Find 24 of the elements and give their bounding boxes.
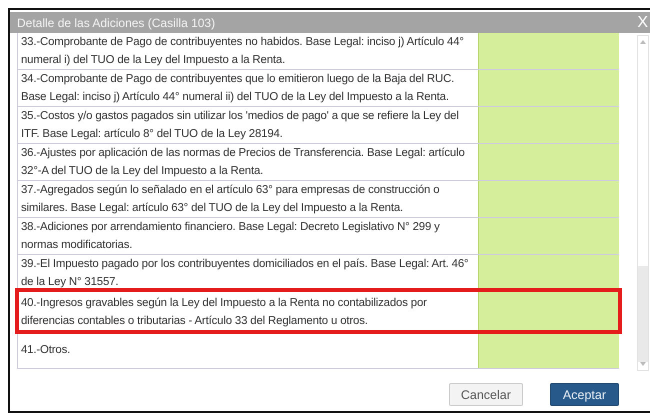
row-description: 35.-Costos y/o gastos pagados sin utilizar los 'medios de pago' a que se refiere la Ley del ITF. Base Legal: artículo 8° del TUO de la Ley 28194. bbox=[20, 109, 460, 142]
scroll-up-icon[interactable] bbox=[639, 39, 647, 45]
scrollbar[interactable] bbox=[637, 35, 649, 371]
row-description: 40.-Ingresos gravables según la Ley del Impuesto a la Renta no contabilizados por diferencias contables o tributarias - Artículo 33 del Reglamento u otros. bbox=[20, 296, 428, 328]
row-description: 39.-El Impuesto pagado por los contribuyentes domiciliados en el país. Base Legal: Art. 46° de la Ley N° 31557. bbox=[20, 257, 470, 290]
amount-input-field[interactable] bbox=[478, 33, 619, 69]
row-description: 38.-Adiciones por arrendamiento financiero. Base Legal: Decreto Legislativo N° 299 y normas modificatorias. bbox=[20, 220, 441, 253]
row-description: 37.-Agregados según lo señalado en el artículo 63° para empresas de construcción o similares. Base Legal: artículo 63° del TUO de la Ley del Impuesto a la Renta. bbox=[20, 183, 440, 216]
row-description: 36.-Ajustes por aplicación de las normas de Precios de Transferencia. Base Legal: artículo 32°-A del TUO de la Ley del Impuesto a la Renta. bbox=[20, 146, 466, 179]
scrollbar-thumb[interactable] bbox=[638, 266, 648, 362]
amount-input-field[interactable] bbox=[478, 255, 619, 291]
window-title: Detalle de las Adiciones (Casilla 103) bbox=[17, 16, 216, 30]
row-description: 34.-Comprobante de Pago de contribuyentes que lo emitieron luego de la Baja del RUC. Base Legal: inciso j) Artículo 44° numeral ii) del TUO de la Ley del Impuesto a la Renta. bbox=[20, 72, 456, 105]
amount-input-field[interactable] bbox=[478, 332, 619, 368]
amount-input-field[interactable] bbox=[478, 144, 619, 180]
amount-input-field[interactable] bbox=[478, 218, 619, 254]
amount-input-field[interactable] bbox=[478, 292, 619, 331]
row-description: 33.-Comprobante de Pago de contribuyentes no habidos. Base Legal: inciso j) Artículo 44° numeral i) del TUO de la Ley del Impuesto a la Renta. bbox=[20, 35, 465, 68]
accept-button[interactable]: Aceptar bbox=[550, 383, 619, 406]
cancel-button[interactable]: Cancelar bbox=[448, 383, 523, 406]
amount-input-field[interactable] bbox=[478, 181, 619, 217]
row-description: 41.-Otros. bbox=[20, 343, 72, 358]
amount-input-field[interactable] bbox=[478, 107, 619, 143]
amount-input-field[interactable] bbox=[478, 70, 619, 106]
